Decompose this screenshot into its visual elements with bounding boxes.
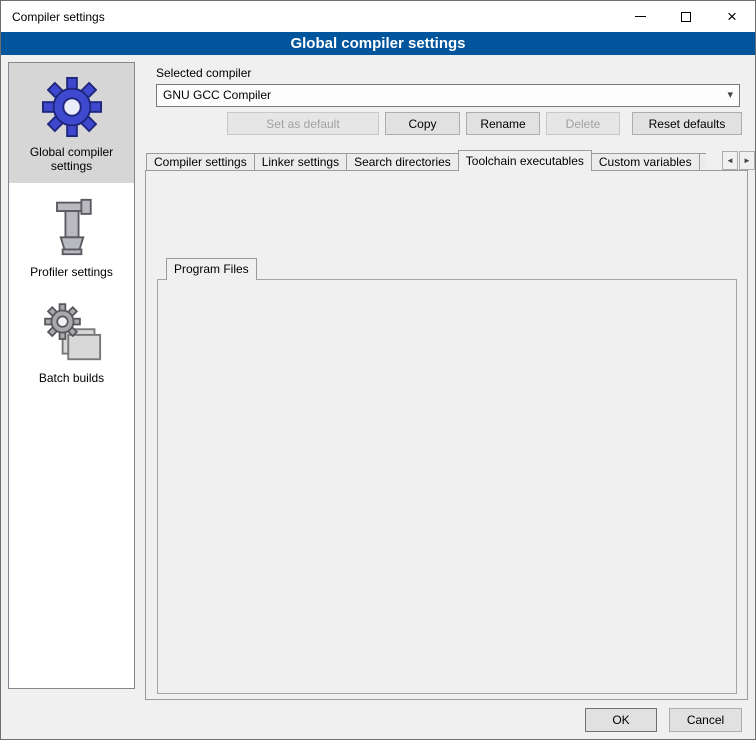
scroll-left-icon: ◄ — [726, 156, 734, 165]
compiler-select[interactable]: GNU GCC Compiler ▾ — [156, 84, 740, 107]
close-button[interactable]: × — [709, 1, 755, 32]
tab-scroll-right-button[interactable]: ► — [739, 151, 755, 170]
profiler-tool-icon — [42, 196, 102, 258]
page-title: Global compiler settings — [1, 32, 755, 55]
delete-button[interactable]: Delete — [546, 112, 620, 135]
selected-compiler-label: Selected compiler — [156, 66, 251, 80]
tab-toolchain-executables[interactable]: Toolchain executables — [458, 150, 592, 171]
tab-scroll-left-button[interactable]: ◄ — [722, 151, 738, 170]
sidebar-item-label: Global compiler settings — [11, 145, 132, 173]
rename-button[interactable]: Rename — [466, 112, 540, 135]
reset-defaults-button[interactable]: Reset defaults — [632, 112, 742, 135]
settings-category-list: Global compiler settings Profiler settin… — [8, 62, 135, 689]
titlebar[interactable]: Compiler settings × — [1, 1, 755, 32]
close-icon: × — [727, 8, 737, 25]
sidebar-item-global-compiler-settings[interactable]: Global compiler settings — [9, 63, 134, 183]
blue-gear-icon — [41, 76, 103, 138]
compiler-settings-dialog: Compiler settings × Global compiler sett… — [0, 0, 756, 740]
chevron-down-icon: ▾ — [727, 85, 733, 106]
set-as-default-button[interactable]: Set as default — [227, 112, 379, 135]
scroll-right-icon: ► — [743, 156, 751, 165]
cancel-button[interactable]: Cancel — [669, 708, 742, 732]
window-title: Compiler settings — [12, 10, 105, 24]
maximize-icon — [681, 12, 691, 22]
sidebar-item-profiler-settings[interactable]: Profiler settings — [9, 183, 134, 289]
ok-button[interactable]: OK — [585, 708, 657, 732]
sidebar-item-label: Profiler settings — [11, 265, 132, 279]
compiler-select-value: GNU GCC Compiler — [163, 88, 271, 102]
maximize-button[interactable] — [663, 1, 709, 32]
tab-build[interactable]: Build — [699, 153, 706, 171]
copy-button[interactable]: Copy — [385, 112, 460, 135]
tab-search-directories[interactable]: Search directories — [346, 153, 459, 171]
tab-linker-settings[interactable]: Linker settings — [254, 153, 347, 171]
minimize-icon — [635, 16, 646, 17]
compiler-actions: Set as default Copy Rename Delete Reset … — [156, 112, 742, 135]
minimize-button[interactable] — [617, 1, 663, 32]
program-files-panel — [157, 279, 737, 694]
settings-tabstrip: Compiler settingsLinker settingsSearch d… — [146, 150, 706, 171]
tab-program-files[interactable]: Program Files — [166, 258, 257, 280]
tab-compiler-settings[interactable]: Compiler settings — [146, 153, 255, 171]
tab-custom-variables[interactable]: Custom variables — [591, 153, 700, 171]
